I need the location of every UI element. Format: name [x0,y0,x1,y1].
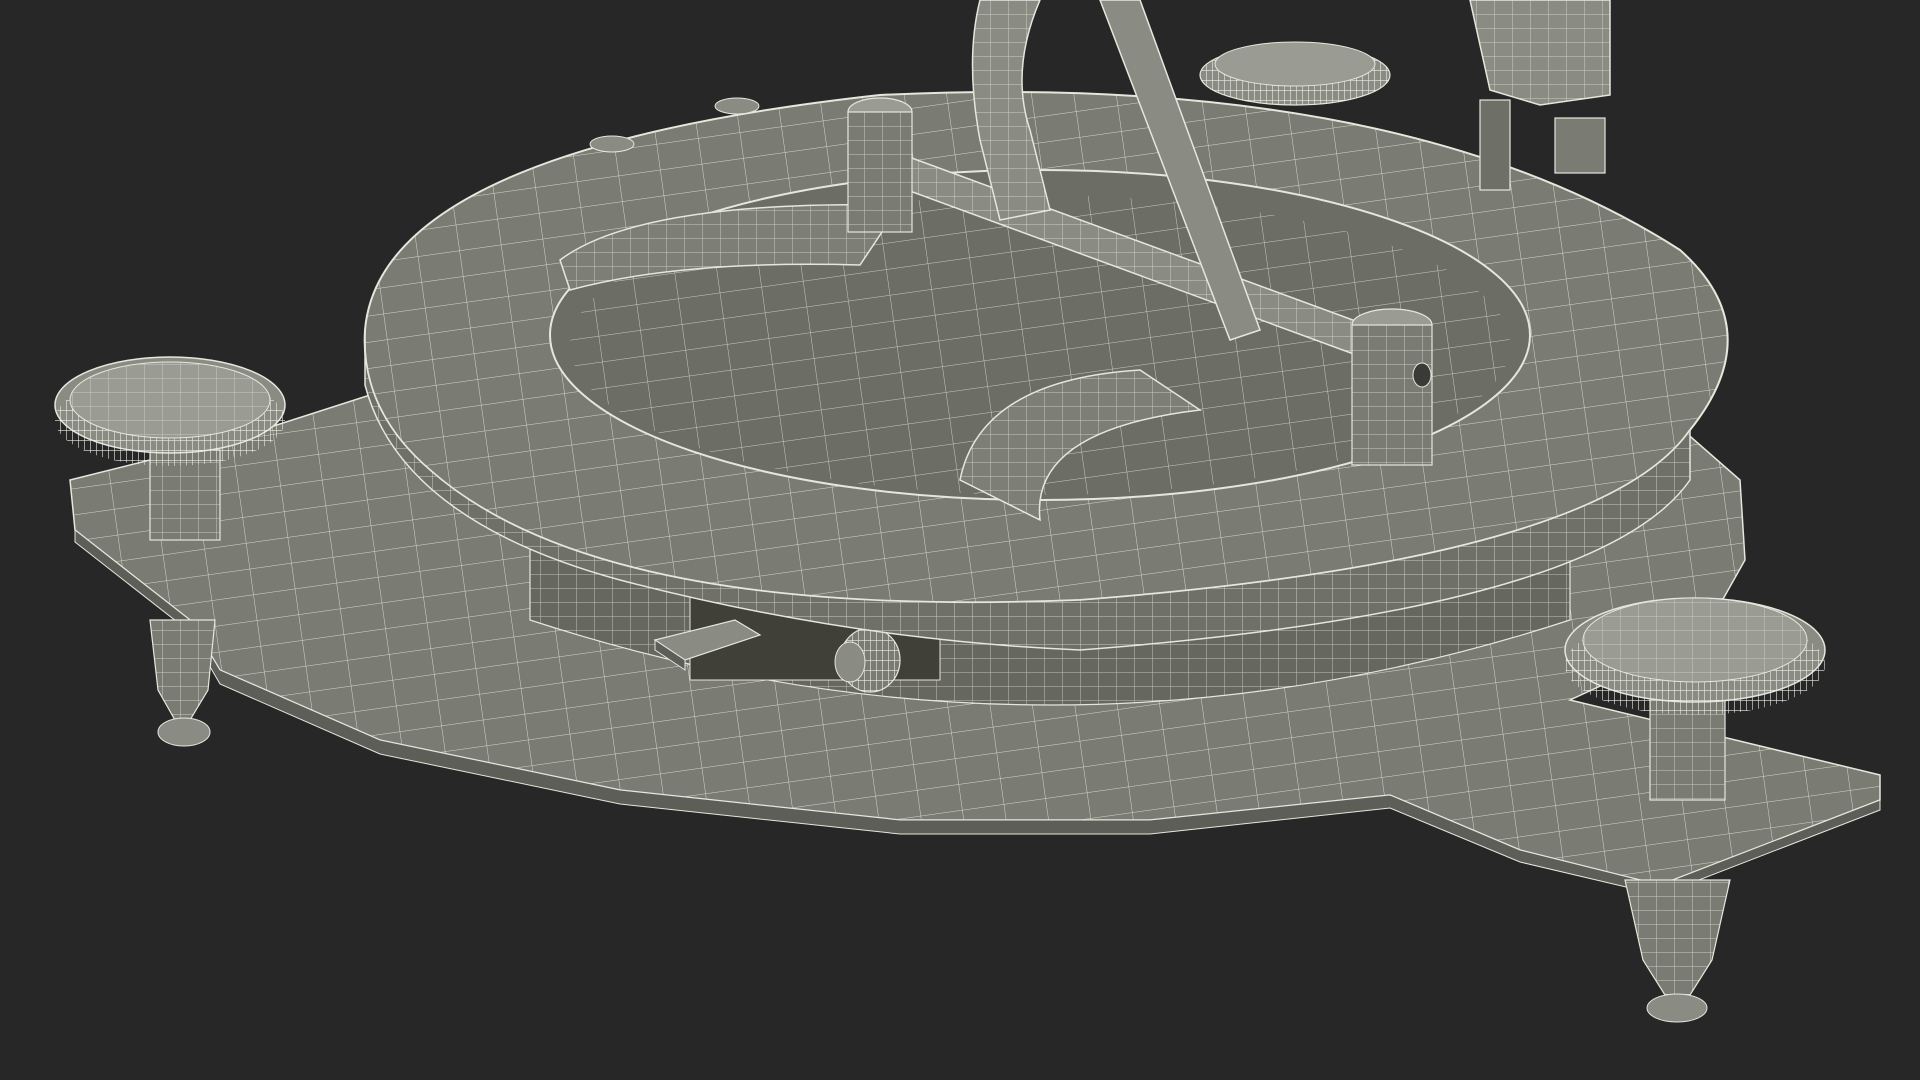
post-right [1351,308,1433,466]
ring-screw-2 [714,97,760,115]
ring-screw-1 [589,135,635,153]
render-viewport [0,0,1920,1080]
right-bracket [1469,0,1611,191]
wireframe-scene [54,0,1881,1023]
foot-right [1624,879,1731,1023]
post-left [847,97,913,233]
leveling-knob-top [1199,41,1391,106]
foot-left [149,619,216,747]
